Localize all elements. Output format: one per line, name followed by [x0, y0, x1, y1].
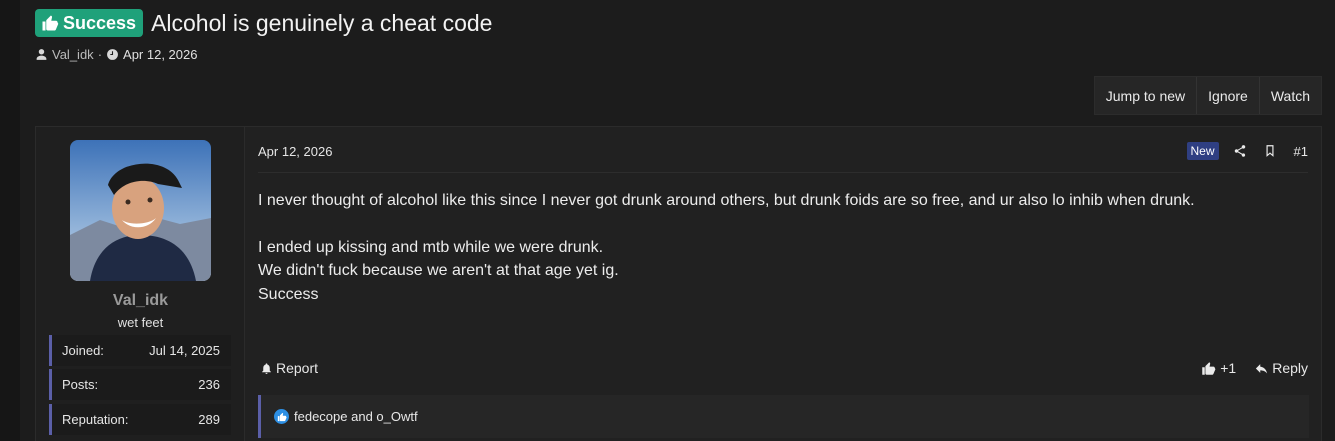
stat-joined: Joined: Jul 14, 2025 — [49, 335, 231, 366]
bell-icon — [262, 362, 271, 374]
reply-button[interactable]: Reply — [1272, 360, 1308, 376]
post: Val_idk wet feet Joined: Jul 14, 2025 Po… — [35, 126, 1322, 441]
title-row: Success Alcohol is genuinely a cheat cod… — [35, 8, 492, 38]
stat-posts: Posts: 236 — [49, 369, 231, 400]
avatar-image — [70, 140, 211, 281]
left-gutter — [0, 0, 20, 441]
thread-header: Success Alcohol is genuinely a cheat cod… — [35, 8, 492, 62]
post-content: Apr 12, 2026 New #1 I never thought of a… — [246, 127, 1322, 441]
reply-icon — [1256, 363, 1268, 373]
post-footer-actions: +1 Reply — [1201, 360, 1308, 376]
user-icon — [36, 48, 47, 60]
like-icon[interactable] — [1201, 361, 1216, 376]
report-label: Report — [276, 360, 319, 376]
ignore-button[interactable]: Ignore — [1197, 77, 1260, 114]
reactions-bar[interactable]: fedecope and o_Owtf — [258, 395, 1309, 438]
avatar[interactable] — [70, 140, 211, 281]
user-title: wet feet — [117, 315, 164, 330]
share-icon[interactable] — [1233, 144, 1247, 158]
post-line: I ended up kissing and mtb while we were… — [258, 238, 604, 256]
post-body: I never thought of alcohol like this sin… — [258, 189, 1195, 306]
post-line: We didn't fuck because we aren't at that… — [258, 262, 619, 279]
post-user-column: Val_idk wet feet Joined: Jul 14, 2025 Po… — [36, 127, 245, 441]
stat-label: Joined: — [62, 343, 104, 358]
post-number-link[interactable]: #1 — [1294, 144, 1308, 159]
stat-label: Posts: — [62, 377, 99, 392]
meta-separator: · — [97, 46, 103, 62]
stat-value: Jul 14, 2025 — [149, 343, 220, 358]
thread-actions: Jump to new Ignore Watch — [1093, 76, 1322, 115]
post-username[interactable]: Val_idk — [36, 292, 245, 310]
clock-icon — [107, 48, 118, 60]
jump-to-new-button[interactable]: Jump to new — [1095, 77, 1198, 114]
report-button[interactable]: Report — [260, 360, 318, 376]
like-count[interactable]: +1 — [1220, 360, 1236, 376]
stat-label: Reputation: — [62, 412, 129, 427]
post-line: Success — [258, 285, 319, 303]
post-tools: New #1 — [1186, 141, 1308, 161]
stat-value: 236 — [198, 377, 220, 392]
thread-date-link[interactable]: Apr 12, 2026 — [123, 47, 197, 62]
thread-author-link[interactable]: Val_idk — [52, 47, 94, 62]
stat-reputation: Reputation: 289 — [49, 404, 231, 435]
thumbs-up-icon — [42, 15, 59, 31]
thread-title: Alcohol is genuinely a cheat code — [151, 9, 493, 36]
post-date-link[interactable]: Apr 12, 2026 — [258, 144, 332, 159]
stat-value: 289 — [198, 412, 220, 427]
post-divider — [258, 172, 1308, 173]
success-prefix-label[interactable]: Success — [35, 9, 144, 37]
post-line: I never thought of alcohol like this sin… — [258, 192, 1195, 209]
thread-meta: Val_idk · Apr 12, 2026 — [35, 46, 492, 62]
prefix-text: Success — [63, 12, 137, 33]
like-reaction-icon — [274, 409, 289, 424]
watch-button[interactable]: Watch — [1260, 77, 1321, 114]
new-badge: New — [1186, 142, 1219, 160]
reactions-text: fedecope and o_Owtf — [294, 409, 418, 424]
bookmark-icon[interactable] — [1263, 144, 1277, 158]
